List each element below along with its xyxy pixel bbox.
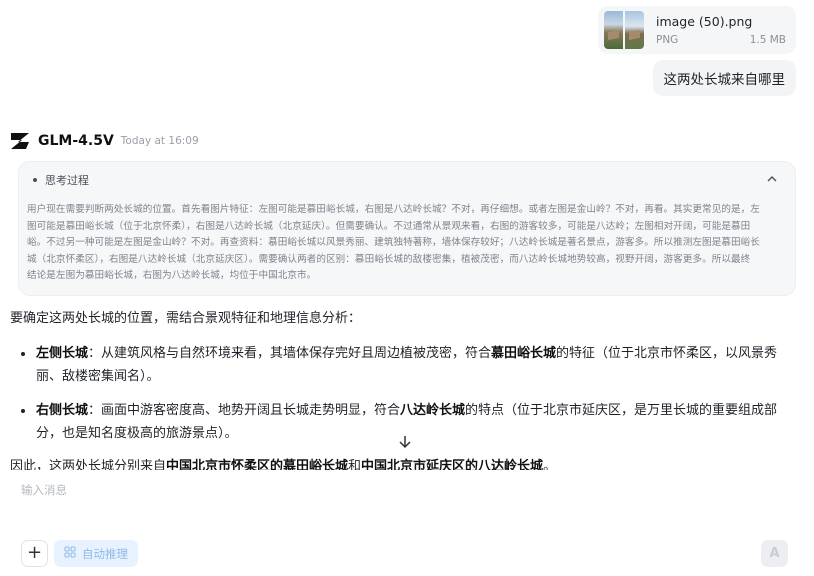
reasoning-icon: [64, 546, 76, 561]
model-name: GLM-4.5V: [38, 133, 114, 149]
thinking-line: 峪。不过另一种可能是左图是金山岭？不对。再查资料：慕田峪长城以风景秀丽、建筑独特…: [27, 237, 760, 248]
attachment-card[interactable]: image (50).png PNG 1.5 MB: [598, 6, 796, 54]
message-timestamp: Today at 16:09: [120, 135, 199, 147]
left-wall-label: 左侧长城: [36, 346, 89, 361]
message-composer: 输入消息 + 自动推理 A: [0, 470, 814, 576]
right-wall-label: 右侧长城: [36, 403, 89, 418]
z-logo-icon: [10, 132, 30, 150]
thinking-panel: 思考过程 用户现在需要判断两处长城的位置。首先看图片特征：左图可能是慕田峪长城，…: [18, 161, 796, 296]
message-input[interactable]: 输入消息: [21, 482, 67, 498]
thinking-line: 城（北京怀柔区），右图是八达岭长城（北京延庆区）。需要确认两者的区别：慕田峪长城…: [27, 253, 751, 265]
user-message: 这两处长城来自哪里: [652, 60, 796, 96]
attachment-file-type: PNG: [656, 34, 679, 46]
thinking-line: 用户现在需要判断两处长城的位置。首先看图片特征：左图可能是慕田峪长城，右图是八达…: [27, 204, 760, 215]
list-item-right-wall: 右侧长城：画面中游客密度高、地势开阔且长城走势明显，符合八达岭长城的特点（位于北…: [21, 399, 795, 445]
add-button[interactable]: +: [21, 540, 48, 567]
thinking-line: 结论是左图为慕田峪长城，右图为八达岭长城，均位于中国北京市。: [27, 270, 317, 281]
image-thumbnail: [604, 11, 644, 49]
right-wall-highlight: 八达岭长城: [400, 403, 466, 418]
attachment-file-size: 1.5 MB: [749, 34, 786, 46]
bullet-dot-icon: [33, 178, 37, 182]
left-wall-highlight: 慕田峪长城: [491, 346, 557, 361]
thinking-line: 图可能是慕田峪长城（位于北京怀柔），右图是八达岭长城（北京延庆）。但需要确认。不…: [27, 220, 751, 232]
arrow-down-icon[interactable]: [396, 434, 414, 452]
chevron-up-icon[interactable]: [767, 172, 777, 186]
answer-intro: 要确定这两处长城的位置，需结合景观特征和地理信息分析：: [10, 311, 362, 326]
thinking-toggle[interactable]: 思考过程: [33, 172, 89, 188]
list-item-left-wall: 左侧长城：从建筑风格与自然环境来看，其墙体保存完好且周边植被茂密，符合慕田峪长城…: [21, 342, 795, 388]
send-button[interactable]: A: [761, 540, 788, 567]
thinking-label: 思考过程: [45, 174, 89, 187]
left-wall-text-a: ：从建筑风格与自然环境来看，其墙体保存完好且周边植被茂密，符合: [88, 346, 492, 361]
model-header: GLM-4.5V Today at 16:09: [10, 132, 199, 150]
auto-reasoning-label: 自动推理: [82, 546, 128, 561]
thinking-text: 用户现在需要判断两处长城的位置。首先看图片特征：左图可能是慕田峪长城，右图是八达…: [27, 202, 783, 285]
auto-reasoning-button[interactable]: 自动推理: [54, 540, 138, 567]
attachment-file-name: image (50).png: [656, 14, 753, 29]
right-wall-text-a: ：画面中游客密度高、地势开阔且长城走势明显，符合: [88, 403, 401, 418]
